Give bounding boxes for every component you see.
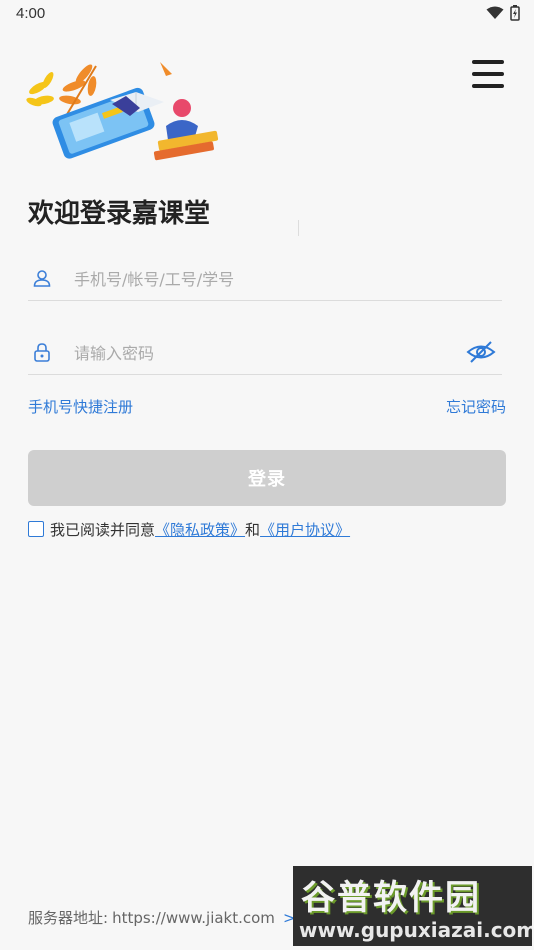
status-bar: 4:00 [0, 0, 534, 28]
agreement-and: 和 [245, 520, 261, 539]
page-title: 欢迎登录嘉课堂 [28, 199, 211, 229]
account-field [28, 260, 502, 301]
status-time: 4:00 [16, 5, 46, 22]
agreement-checkbox[interactable] [28, 521, 44, 537]
watermark-title: 谷普软件园 [301, 878, 481, 918]
privacy-policy-link[interactable]: 《隐私政策》 [155, 519, 245, 540]
menu-button[interactable] [468, 56, 508, 92]
server-url: https://www.jiakt.com [112, 908, 275, 927]
account-input[interactable] [72, 264, 456, 294]
user-agreement-link[interactable]: 《用户协议》 [260, 519, 350, 540]
agreement-row: 我已阅读并同意 《隐私政策》 和 《用户协议》 [28, 518, 350, 540]
watermark-url: www.gupuxiazai.com [299, 918, 532, 942]
eye-hidden-icon[interactable] [466, 340, 496, 364]
text-cursor [298, 220, 299, 236]
user-icon [33, 270, 51, 287]
welcome-illustration [26, 62, 219, 161]
server-label: 服务器地址: [28, 909, 109, 927]
forgot-password-link[interactable]: 忘记密码 [446, 396, 506, 417]
server-address-row[interactable]: 服务器地址: https://www.jiakt.com > [28, 907, 296, 928]
hamburger-menu-icon [472, 60, 504, 64]
register-link[interactable]: 手机号快捷注册 [28, 396, 133, 417]
battery-icon [510, 5, 520, 21]
agreement-text: 我已阅读并同意 [50, 520, 156, 539]
login-button[interactable]: 登录 [28, 450, 506, 506]
watermark-logo: 谷普软件园 www.gupuxiazai.com [293, 866, 532, 946]
wifi-icon [486, 6, 504, 19]
password-input[interactable] [72, 338, 456, 368]
status-icons [486, 5, 520, 21]
password-field [28, 334, 502, 375]
lock-icon [34, 343, 50, 362]
